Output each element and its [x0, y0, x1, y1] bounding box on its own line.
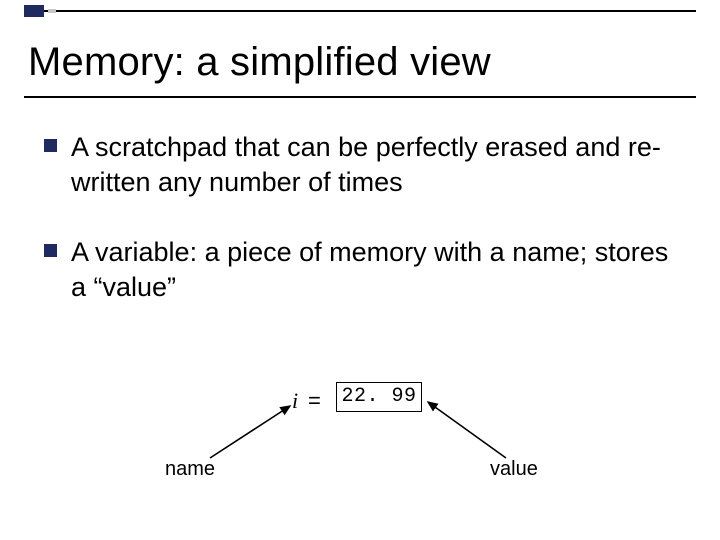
header-accent [24, 10, 696, 12]
arrow-name-icon [204, 400, 304, 464]
page-title: Memory: a simplified view [28, 40, 491, 85]
header-accent-block-small [48, 9, 56, 13]
bullet-text: A variable: a piece of memory with a nam… [71, 235, 676, 304]
value-box: 22. 99 [336, 382, 422, 412]
square-bullet-icon [44, 244, 57, 257]
arrow-value-icon [420, 396, 520, 464]
title-underline [24, 96, 696, 98]
header-accent-block [24, 5, 44, 17]
bullet-list: A scratchpad that can be perfectly erase… [44, 130, 676, 340]
square-bullet-icon [44, 139, 57, 152]
list-item: A scratchpad that can be perfectly erase… [44, 130, 676, 199]
bullet-text: A scratchpad that can be perfectly erase… [71, 130, 676, 199]
equals-sign: = [308, 388, 321, 414]
variable-diagram: i = 22. 99 name value [0, 370, 720, 530]
list-item: A variable: a piece of memory with a nam… [44, 235, 676, 304]
